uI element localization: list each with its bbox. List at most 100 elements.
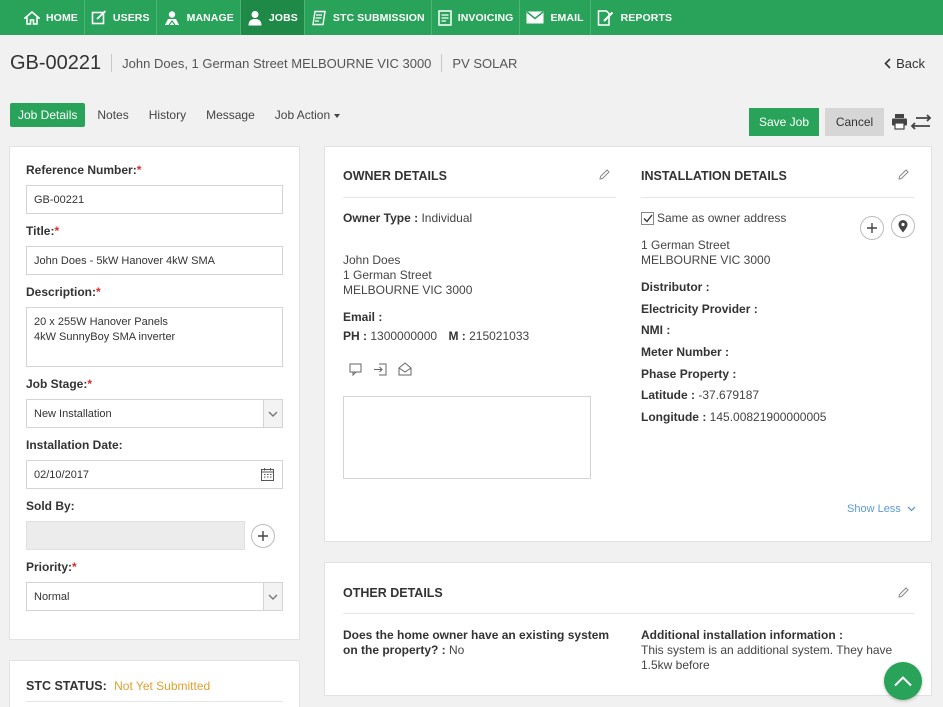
job-stage-select[interactable]: New Installation xyxy=(26,399,283,428)
title-input[interactable]: John Does - 5kW Hanover 4kW SMA xyxy=(26,246,283,275)
latitude-row: Latitude : -37.679187 xyxy=(641,388,760,402)
export-icon[interactable] xyxy=(373,363,387,376)
cancel-button[interactable]: Cancel xyxy=(825,108,884,136)
title-label: Title:* xyxy=(26,224,60,238)
priority-value: Normal xyxy=(34,590,70,603)
tab-history[interactable]: History xyxy=(141,103,194,127)
invoicing-icon xyxy=(437,9,452,26)
section-divider xyxy=(343,613,914,614)
home-icon xyxy=(24,10,40,25)
plus-icon xyxy=(867,223,877,233)
top-navigation: HOME USERS MANAGE JOBS STC SUBMISSION IN… xyxy=(0,0,943,35)
nav-reports[interactable]: REPORTS xyxy=(591,0,678,35)
owner-type-row: Owner Type : Individual xyxy=(343,211,473,225)
show-less-link[interactable]: Show Less xyxy=(847,503,916,515)
priority-select[interactable]: Normal xyxy=(26,582,283,611)
distributor-label: Distributor : xyxy=(641,280,710,294)
section-divider xyxy=(343,197,616,198)
add-sold-by-button[interactable] xyxy=(251,523,275,548)
scroll-top-button[interactable] xyxy=(884,662,922,700)
chevron-down-icon[interactable] xyxy=(263,583,282,610)
existing-system-row: on the property? : No xyxy=(343,643,465,657)
owner-address-summary: John Does, 1 German Street MELBOURNE VIC… xyxy=(122,55,432,71)
manage-icon xyxy=(164,10,179,25)
phase-property-label: Phase Property : xyxy=(641,367,737,381)
reference-number-input[interactable]: GB-00221 xyxy=(26,185,283,214)
owner-name: John Does xyxy=(343,253,401,267)
edit-other-pencil-icon[interactable] xyxy=(897,587,909,599)
chevron-left-icon xyxy=(884,58,891,69)
chevron-up-icon xyxy=(894,676,912,687)
owner-notes-box[interactable] xyxy=(343,396,591,479)
nav-manage[interactable]: MANAGE xyxy=(157,0,240,35)
nav-invoicing[interactable]: INVOICING xyxy=(432,0,520,35)
nav-stc-submission-label: STC SUBMISSION xyxy=(332,11,425,24)
email-open-icon[interactable] xyxy=(398,362,412,376)
swap-arrows-icon[interactable] xyxy=(910,113,932,131)
jobs-icon xyxy=(248,10,262,25)
show-less-label: Show Less xyxy=(847,503,901,515)
description-line: 4kW SunnyBoy SMA inverter xyxy=(34,331,176,343)
installation-date-label: Installation Date: xyxy=(26,438,123,452)
print-icon[interactable] xyxy=(891,113,908,130)
nav-reports-label: REPORTS xyxy=(620,11,673,24)
nav-email-label: EMAIL xyxy=(550,11,584,24)
job-form-card: Reference Number:* GB-00221 Title:* John… xyxy=(9,146,300,640)
map-location-button[interactable] xyxy=(891,214,915,238)
tab-notes[interactable]: Notes xyxy=(89,103,136,127)
installation-date-input[interactable]: 02/10/2017 xyxy=(26,460,283,489)
same-as-owner-checkbox[interactable]: Same as owner address xyxy=(641,211,786,226)
edit-owner-pencil-icon[interactable] xyxy=(598,169,610,181)
installation-date-value: 02/10/2017 xyxy=(34,468,90,481)
add-installation-button[interactable] xyxy=(860,216,884,240)
existing-system-question: Does the home owner have an existing sys… xyxy=(343,628,610,642)
longitude-row: Longitude : 145.00821900000005 xyxy=(641,410,827,424)
nav-home[interactable]: HOME xyxy=(18,0,84,35)
tab-job-action-label: Job Action xyxy=(274,108,331,122)
description-textarea[interactable]: 20 x 255W Hanover Panels 4kW SunnyBoy SM… xyxy=(26,307,283,367)
electricity-provider-label: Electricity Provider : xyxy=(641,302,758,316)
meter-number-label: Meter Number : xyxy=(641,345,730,359)
save-job-button[interactable]: Save Job xyxy=(749,108,819,136)
installation-street: 1 German Street xyxy=(641,238,730,252)
installation-details-title: INSTALLATION DETAILS xyxy=(641,169,787,183)
email-icon xyxy=(526,11,544,24)
header-divider xyxy=(111,54,113,72)
tab-message[interactable]: Message xyxy=(198,103,263,127)
priority-label: Priority:* xyxy=(26,560,77,574)
chevron-down-icon[interactable] xyxy=(263,400,282,427)
stc-submission-icon xyxy=(312,10,326,25)
other-details-card: OTHER DETAILS Does the home owner have a… xyxy=(324,562,932,696)
nav-users[interactable]: USERS xyxy=(85,0,156,35)
nav-stc-submission[interactable]: STC SUBMISSION xyxy=(305,0,431,35)
tab-job-action[interactable]: Job Action xyxy=(267,103,348,127)
reference-number-label: Reference Number:* xyxy=(26,163,142,177)
edit-installation-pencil-icon[interactable] xyxy=(897,169,909,181)
map-pin-icon xyxy=(898,219,908,232)
other-details-title: OTHER DETAILS xyxy=(343,586,443,600)
additional-info-line: This system is an additional system. The… xyxy=(641,643,893,657)
owner-details-title: OWNER DETAILS xyxy=(343,169,447,183)
nav-jobs[interactable]: JOBS xyxy=(240,0,304,35)
job-header: GB-00221 John Does, 1 German Street MELB… xyxy=(0,35,943,91)
message-icon[interactable] xyxy=(349,363,362,376)
additional-info-line: 1.5kw before xyxy=(641,658,710,672)
caret-down-icon xyxy=(334,113,341,118)
tab-job-details[interactable]: Job Details xyxy=(10,103,86,127)
sold-by-label: Sold By: xyxy=(26,499,75,513)
reports-icon xyxy=(597,9,613,26)
additional-info-label: Additional installation information : xyxy=(641,628,843,642)
back-button[interactable]: Back xyxy=(884,56,925,71)
calendar-icon[interactable] xyxy=(261,468,274,481)
job-type: PV SOLAR xyxy=(452,55,518,71)
owner-street: 1 German Street xyxy=(343,268,432,282)
nav-users-label: USERS xyxy=(112,11,150,24)
sold-by-input[interactable] xyxy=(26,521,245,550)
description-label: Description:* xyxy=(26,285,101,299)
section-divider xyxy=(641,197,914,198)
nav-email[interactable]: EMAIL xyxy=(520,0,589,35)
stc-status-card: STC STATUS: Not Yet Submitted xyxy=(9,660,300,707)
page-title: GB-00221 xyxy=(10,51,102,74)
owner-phone-row: PH : 1300000000 M : 215021033 xyxy=(343,329,530,343)
nmi-label: NMI : xyxy=(641,323,671,337)
